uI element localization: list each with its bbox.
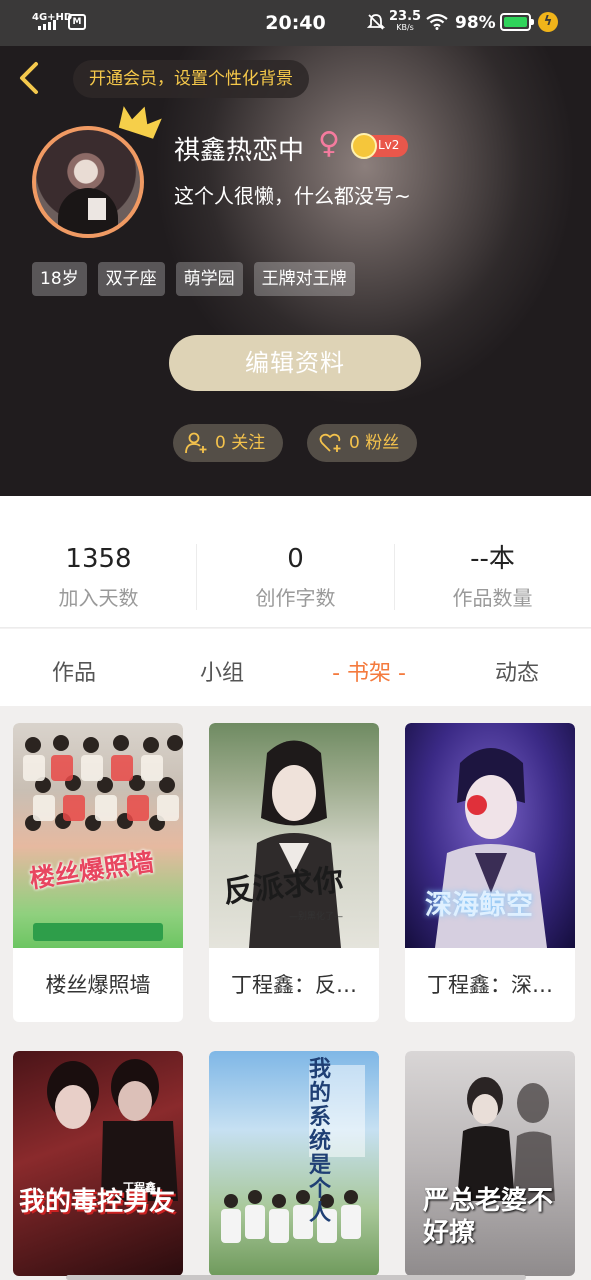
book-title: 丁程鑫：反…: [231, 973, 357, 997]
book-cover: 我的系统是个人: [209, 1051, 379, 1276]
bookshelf-grid: 楼丝爆照墙 楼丝爆照墙 反派求你 —别黑化了— 丁程鑫：反… 深海鲸空 丁程鑫：…: [0, 706, 591, 1280]
stat-join-days: 1358 加入天数: [58, 544, 139, 610]
book-card[interactable]: 深海鲸空 丁程鑫：深…: [405, 723, 575, 1022]
book-title: 丁程鑫：深…: [427, 973, 553, 997]
battery-percent: 98%: [455, 13, 496, 33]
cover-title: 深海鲸空: [425, 890, 533, 921]
back-arrow-icon[interactable]: [14, 60, 46, 96]
female-gender-icon: ♀: [318, 126, 340, 161]
cover-subtitle: 丁程鑫: [123, 1181, 156, 1194]
username: 祺鑫热恋中: [174, 136, 305, 166]
book-cover: 我的毒控男友 丁程鑫: [13, 1051, 183, 1276]
mute-bell-icon: [367, 14, 385, 30]
fans-button[interactable]: 0 粉丝: [307, 424, 417, 462]
tag-age: 18岁: [32, 262, 87, 296]
profile-tabs: 作品 小组 - 书架 - 动态: [0, 629, 591, 706]
book-card[interactable]: 严总老婆不好撩: [405, 1051, 575, 1276]
edit-profile-button[interactable]: 编辑资料: [169, 335, 421, 391]
crown-icon: [118, 106, 162, 139]
battery-icon: [500, 13, 534, 31]
cover-subtitle: —别黑化了—: [289, 912, 344, 922]
cover-title: 严总老婆不好撩: [423, 1186, 554, 1248]
profile-stats: 1358 加入天数 0 创作字数 --本 作品数量: [0, 496, 591, 628]
tab-bookshelf[interactable]: - 书架 -: [295, 655, 443, 687]
book-cover: 楼丝爆照墙: [13, 723, 183, 948]
stat-word-count: 0 创作字数: [255, 544, 336, 610]
book-card[interactable]: 我的系统是个人: [209, 1051, 379, 1276]
level-badge: Lv2: [351, 133, 408, 159]
level-coin-icon: [351, 133, 377, 159]
cover-title: 我的系统是个人: [309, 1056, 332, 1226]
vip-background-tip[interactable]: 开通会员，设置个性化背景: [73, 60, 309, 98]
user-add-icon: [185, 432, 207, 454]
bio: 这个人很懒，什么都没写~: [174, 184, 411, 208]
heart-plus-icon: [319, 433, 341, 452]
tag-group: 萌学园: [175, 262, 243, 296]
tab-activity[interactable]: 动态: [443, 655, 591, 687]
tag-show: 王牌对王牌: [253, 262, 355, 296]
charging-icon: ϟ: [538, 12, 558, 32]
following-button[interactable]: 0 关注: [173, 424, 283, 462]
profile-header: 开通会员，设置个性化背景 祺鑫热恋中 ♀ Lv2 这个人很懒，什么都没写~ 18…: [0, 46, 591, 496]
status-bar: 4G+HD M 20:40 23.5 KB/s 98% ϟ: [0, 0, 591, 46]
net-speed: 23.5 KB/s: [389, 9, 422, 32]
book-cover: 严总老婆不好撩: [405, 1051, 575, 1276]
stat-works-count: --本 作品数量: [452, 544, 533, 610]
tag-zodiac: 双子座: [97, 262, 165, 296]
profile-tags: 18岁 双子座 萌学园 王牌对王牌: [32, 262, 355, 296]
home-indicator: [66, 1275, 526, 1280]
book-cover: 反派求你 —别黑化了—: [209, 723, 379, 948]
book-card[interactable]: 楼丝爆照墙 楼丝爆照墙: [13, 723, 183, 1022]
book-card[interactable]: 反派求你 —别黑化了— 丁程鑫：反…: [209, 723, 379, 1022]
wifi-icon: [426, 14, 448, 30]
book-title: 楼丝爆照墙: [45, 973, 151, 997]
tab-groups[interactable]: 小组: [148, 655, 296, 687]
book-cover: 深海鲸空: [405, 723, 575, 948]
tab-works[interactable]: 作品: [0, 655, 148, 687]
book-card[interactable]: 我的毒控男友 丁程鑫: [13, 1051, 183, 1276]
